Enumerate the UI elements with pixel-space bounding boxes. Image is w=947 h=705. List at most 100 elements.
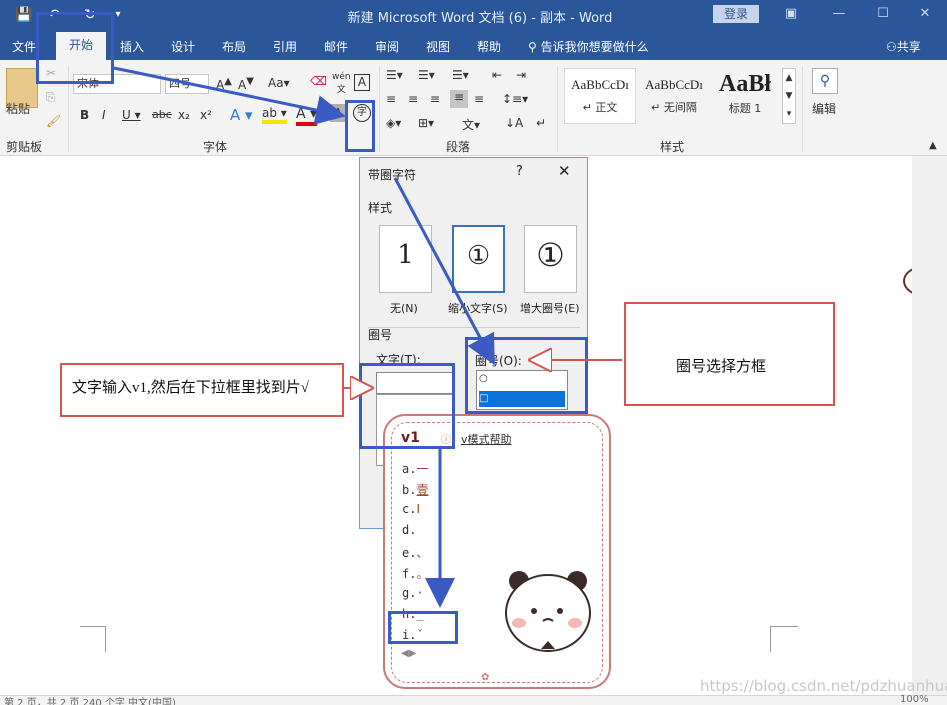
shrink-font-icon[interactable]: A▼ xyxy=(238,76,254,92)
ring-callout-text: 圈号选择方框 xyxy=(676,357,767,375)
highlight-text-input xyxy=(359,363,455,449)
ime-candidate-popup: v1 ⓘ v模式帮助 a.一 b.壹 c.Ⅰ d. e.、 f.。 g.· h.… xyxy=(383,414,611,689)
style-option-enlarge-symbol[interactable]: ① xyxy=(524,225,577,293)
collapse-ribbon-icon[interactable]: ▲ xyxy=(929,140,937,151)
highlight-icon[interactable]: ab ▾ xyxy=(262,106,287,124)
change-case-icon[interactable]: Aa▾ xyxy=(268,76,290,90)
page-arrows-icon[interactable]: ◀▶ xyxy=(401,648,416,659)
multilevel-list-icon[interactable]: ☰▾ xyxy=(452,68,469,82)
find-icon[interactable]: ⚲ xyxy=(812,68,838,94)
word-window: 💾 ↶ ↻ ▾ 新建 Microsoft Word 文档 (6) - 副本 - … xyxy=(0,0,947,705)
tab-review[interactable]: 审阅 xyxy=(375,38,399,55)
style-sample: AaBł xyxy=(718,71,771,97)
candidate-value: 壹 xyxy=(416,483,429,497)
style-heading-1[interactable]: AaBł 标题 1 xyxy=(710,68,780,124)
grow-font-icon[interactable]: A▲ xyxy=(216,76,232,92)
close-button[interactable]: ✕ xyxy=(558,162,571,180)
help-button[interactable]: ? xyxy=(516,164,523,179)
superscript-icon[interactable]: x² xyxy=(200,108,212,122)
shading-icon[interactable]: ◈▾ xyxy=(386,116,401,130)
style-sample: AaBbCcDı xyxy=(571,77,629,92)
login-button[interactable]: 登录 xyxy=(713,5,759,23)
candidate-a[interactable]: a.一 xyxy=(402,460,428,477)
edit-label[interactable]: 编辑 xyxy=(812,100,836,117)
style-no-spacing[interactable]: AaBbCcDı ↵ 无间隔 xyxy=(638,68,710,124)
tab-help[interactable]: 帮助 xyxy=(477,38,501,55)
tab-design[interactable]: 设计 xyxy=(171,38,195,55)
style-name: ↵ 正文 xyxy=(582,101,618,114)
minimize-icon[interactable]: — xyxy=(828,4,850,24)
character-border-icon[interactable]: A xyxy=(354,74,370,91)
tab-mailings[interactable]: 邮件 xyxy=(324,38,348,55)
styles-scroll-icon[interactable]: ▲ ▼ ▾ xyxy=(782,68,796,124)
style-normal[interactable]: AaBbCcDı ↵ 正文 xyxy=(564,68,636,124)
candidate-f[interactable]: f.。 xyxy=(402,565,428,582)
v-mode-help-link[interactable]: v模式帮助 xyxy=(461,431,512,447)
align-left-icon[interactable]: ≡ xyxy=(386,92,396,106)
phonetic-guide-icon[interactable]: wén 文 xyxy=(332,72,351,95)
borders-icon[interactable]: ⊞▾ xyxy=(418,116,434,130)
character-shading-icon[interactable]: A xyxy=(330,104,346,122)
font-color-icon[interactable]: A ▾ xyxy=(296,106,318,126)
option-label: 增大圈号(E) xyxy=(520,302,580,315)
decrease-indent-icon[interactable]: ⇤ xyxy=(492,68,502,82)
candidate-c[interactable]: c.Ⅰ xyxy=(402,502,420,516)
page-corner-mark xyxy=(770,626,798,652)
style-option-shrink-text[interactable]: ① xyxy=(452,225,505,293)
align-right-icon[interactable]: ≡ xyxy=(430,92,440,106)
sort-icon[interactable]: ↓A xyxy=(505,116,523,130)
paste-label[interactable]: 粘贴 xyxy=(6,100,30,117)
search-icon: ⚲ xyxy=(528,40,537,54)
underline-icon[interactable]: U ▾ xyxy=(122,108,141,122)
style-section-label: 样式 xyxy=(368,201,393,215)
strikethrough-icon[interactable]: abc xyxy=(152,108,172,121)
tell-me-search[interactable]: ⚲ 告诉我你想要做什么 xyxy=(528,38,649,55)
save-icon[interactable]: 💾 xyxy=(14,5,34,25)
subscript-icon[interactable]: x₂ xyxy=(178,108,190,122)
vertical-scrollbar[interactable] xyxy=(912,156,947,696)
candidate-e[interactable]: e.、 xyxy=(402,544,428,561)
italic-icon[interactable]: I xyxy=(102,108,106,122)
close-window-icon[interactable]: ✕ xyxy=(914,4,936,24)
group-divider xyxy=(379,66,380,152)
ribbon-display-options-icon[interactable]: ▣ xyxy=(780,4,802,24)
candidate-key: a. xyxy=(402,462,417,476)
dialog-title: 带圈字符 xyxy=(368,168,417,182)
candidate-b[interactable]: b.壹 xyxy=(402,481,428,498)
align-center-icon[interactable]: ≡ xyxy=(408,92,418,106)
line-spacing-icon[interactable]: ↕≡▾ xyxy=(502,92,528,106)
tab-view[interactable]: 视图 xyxy=(426,38,450,55)
show-marks-icon[interactable]: ↵ xyxy=(536,116,546,130)
clear-formatting-icon[interactable]: ⌫ xyxy=(310,74,327,88)
tab-references[interactable]: 引用 xyxy=(273,38,297,55)
justify-icon[interactable]: ≡ xyxy=(450,90,468,108)
bullets-icon[interactable]: ☰▾ xyxy=(386,68,403,82)
chinese-layout-icon[interactable]: 文▾ xyxy=(462,116,480,133)
bold-icon[interactable]: B xyxy=(80,108,89,122)
status-text: 第 2 页，共 2 页 240 个字 中文(中国) xyxy=(4,698,176,705)
numbering-icon[interactable]: ☰▾ xyxy=(418,68,435,82)
candidate-d[interactable]: d. xyxy=(402,523,416,537)
text-effects-icon[interactable]: A ▾ xyxy=(230,106,253,124)
tab-insert[interactable]: 插入 xyxy=(120,38,144,55)
share-button[interactable]: ⚇共享 xyxy=(886,38,921,55)
zoom-level[interactable]: 100% xyxy=(900,694,929,705)
status-bar: 第 2 页，共 2 页 240 个字 中文(中国) 100% xyxy=(0,694,947,705)
watermark-text: https://blog.csdn.net/pdzhuanhua xyxy=(700,677,947,695)
instruction-text: 文字输入v1,然后在下拉框里找到片√ xyxy=(72,380,309,396)
candidate-value: Ⅰ xyxy=(416,502,420,516)
candidate-value: 。 xyxy=(416,567,429,581)
style-name: ↵ 无间隔 xyxy=(651,101,697,114)
maximize-icon[interactable]: ☐ xyxy=(872,4,894,24)
candidate-g[interactable]: g.· xyxy=(402,586,424,600)
style-option-none[interactable]: 1 xyxy=(379,225,432,293)
tab-layout[interactable]: 布局 xyxy=(222,38,246,55)
increase-indent-icon[interactable]: ⇥ xyxy=(516,68,526,82)
font-size-dropdown[interactable]: 四号 xyxy=(165,74,209,94)
clipboard-group-label: 剪贴板 xyxy=(6,140,43,154)
tab-file[interactable]: 文件 xyxy=(12,38,36,55)
distributed-icon[interactable]: ≡ xyxy=(474,92,484,106)
style-preview: 1 xyxy=(397,240,414,270)
copy-icon[interactable]: ⎘ xyxy=(46,90,56,105)
format-painter-icon[interactable]: 🖌 xyxy=(46,114,61,128)
